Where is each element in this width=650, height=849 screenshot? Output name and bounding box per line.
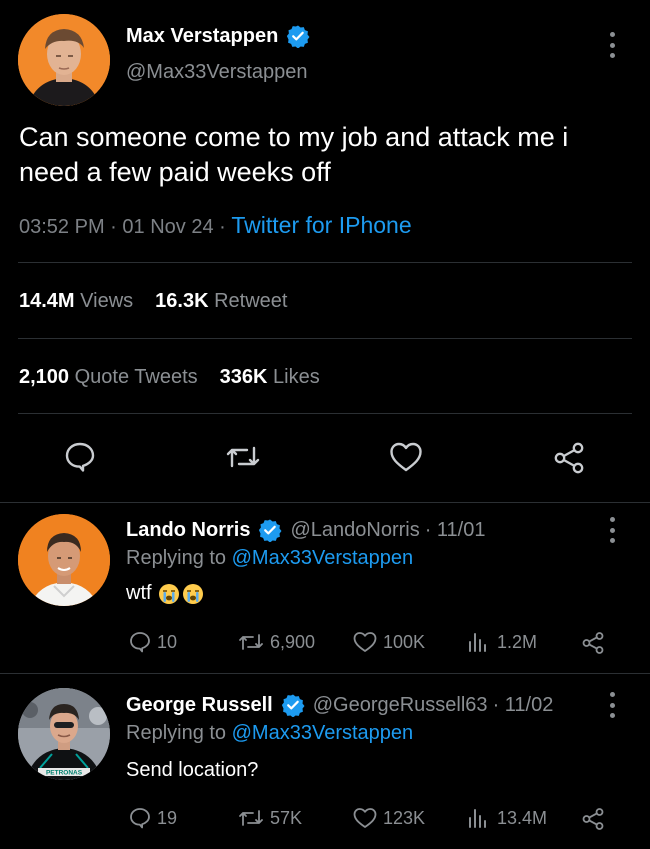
replying-to: Replying to @Max33Verstappen xyxy=(126,547,413,570)
retweet-count: 6,900 xyxy=(270,631,316,652)
reply-author-name[interactable]: Lando Norris xyxy=(126,519,250,542)
replying-prefix: Replying to xyxy=(126,722,227,744)
stats-row-quotes-likes: 2,100 Quote Tweets 336K Likes xyxy=(19,366,320,389)
views-button[interactable]: 13.4M xyxy=(466,806,547,830)
views-stat[interactable]: 14.4M Views xyxy=(19,290,133,312)
reply-author-name[interactable]: George Russell xyxy=(126,694,273,717)
retweet-icon xyxy=(239,810,263,826)
reply-count: 19 xyxy=(157,807,178,828)
like-count: 100K xyxy=(383,631,426,652)
divider xyxy=(18,413,632,414)
like-count: 123K xyxy=(383,807,426,828)
retweet-button[interactable]: 6,900 xyxy=(237,630,315,654)
reply-icon xyxy=(130,808,150,829)
avatar-max-verstappen[interactable] xyxy=(18,14,110,106)
like-button[interactable]: 100K xyxy=(352,630,425,654)
replying-prefix: Replying to xyxy=(126,547,227,569)
reply-author-handle[interactable]: @GeorgeRussell63 xyxy=(313,694,488,717)
reply-icon[interactable] xyxy=(63,440,97,479)
retweets-label: Retweet xyxy=(214,290,288,312)
likes-count: 336K xyxy=(219,366,268,388)
retweets-count: 16.3K xyxy=(155,290,209,312)
share-icon[interactable] xyxy=(551,440,587,481)
divider xyxy=(18,262,632,263)
verified-badge-icon xyxy=(281,693,305,718)
tweet-separator xyxy=(0,502,650,503)
author-handle[interactable]: @Max33Verstappen xyxy=(126,61,308,84)
tweet-text: Can someone come to my job and attack me… xyxy=(19,122,569,187)
reply-author-row: George Russell @GeorgeRussell63 · 11/02 xyxy=(126,693,554,718)
reply-date: · 11/02 xyxy=(492,693,554,716)
reply-button[interactable]: 10 xyxy=(128,630,177,654)
avatar-lando-norris[interactable] xyxy=(18,514,110,606)
reply-icon xyxy=(130,632,150,653)
likes-stat[interactable]: 336K Likes xyxy=(220,366,320,388)
more-options-icon[interactable] xyxy=(608,517,616,543)
reply-text: Send location? xyxy=(126,759,259,781)
like-icon xyxy=(353,632,377,652)
view-count: 1.2M xyxy=(497,631,538,652)
like-icon[interactable] xyxy=(388,440,424,479)
retweet-button[interactable]: 57K xyxy=(237,806,302,830)
retweets-stat[interactable]: 16.3K Retweet xyxy=(155,290,287,312)
stats-row-views-retweets: 14.4M Views 16.3K Retweet xyxy=(19,290,287,313)
retweet-count: 57K xyxy=(270,807,303,828)
reply-date: · 11/01 xyxy=(424,518,486,541)
views-icon xyxy=(469,809,486,828)
tweet-meta: 03:52 PM · 01 Nov 24 · Twitter for IPhon… xyxy=(19,212,412,239)
views-button[interactable]: 1.2M xyxy=(466,630,537,654)
reply-count: 10 xyxy=(157,631,178,652)
meta-separator: · xyxy=(110,216,117,238)
like-icon xyxy=(353,808,377,828)
views-label: Views xyxy=(80,290,134,312)
meta-separator: · xyxy=(219,216,226,238)
views-icon xyxy=(469,633,486,652)
likes-label: Likes xyxy=(273,366,320,388)
verified-badge-icon xyxy=(258,518,282,543)
share-icon[interactable] xyxy=(580,630,611,656)
tweet-time: 03:52 PM xyxy=(19,216,105,238)
replying-mention-link[interactable]: @Max33Verstappen xyxy=(232,547,414,569)
quotes-count: 2,100 xyxy=(19,366,70,388)
loudly-crying-face-emoji xyxy=(158,583,180,605)
retweet-icon xyxy=(239,634,263,650)
reply-author-row: Lando Norris @LandoNorris · 11/01 xyxy=(126,518,486,543)
view-count: 13.4M xyxy=(497,807,548,828)
tweet-date: 01 Nov 24 xyxy=(122,216,214,238)
loudly-crying-face-emoji xyxy=(182,583,204,605)
like-button[interactable]: 123K xyxy=(352,806,425,830)
reply-text-row: Send location? xyxy=(126,759,258,782)
more-options-icon[interactable] xyxy=(608,692,616,718)
divider xyxy=(18,338,632,339)
retweet-icon[interactable] xyxy=(224,440,262,479)
replying-mention-link[interactable]: @Max33Verstappen xyxy=(232,722,414,744)
reply-text-row: wtf xyxy=(126,582,204,605)
quotes-label: Quote Tweets xyxy=(74,366,198,388)
share-icon[interactable] xyxy=(580,806,611,832)
tweet-source-link[interactable]: Twitter for IPhone xyxy=(231,212,411,238)
quotes-stat[interactable]: 2,100 Quote Tweets xyxy=(19,366,198,388)
views-count: 14.4M xyxy=(19,290,75,312)
author-name[interactable]: Max Verstappen xyxy=(126,25,278,48)
author-name-row: Max Verstappen xyxy=(126,24,310,49)
tweet-separator xyxy=(0,673,650,674)
main-tweet: Max Verstappen @Max33Verstappen Can some… xyxy=(0,0,650,502)
avatar-shirt-text: PETRONAS xyxy=(46,770,83,777)
avatar-george-russell[interactable]: PETRONAS xyxy=(18,688,110,780)
reply-text: wtf xyxy=(126,582,152,604)
verified-badge-icon xyxy=(286,24,310,49)
more-options-icon[interactable] xyxy=(608,32,616,58)
reply-button[interactable]: 19 xyxy=(128,806,177,830)
reply-author-handle[interactable]: @LandoNorris xyxy=(290,519,419,542)
replying-to: Replying to @Max33Verstappen xyxy=(126,722,413,745)
